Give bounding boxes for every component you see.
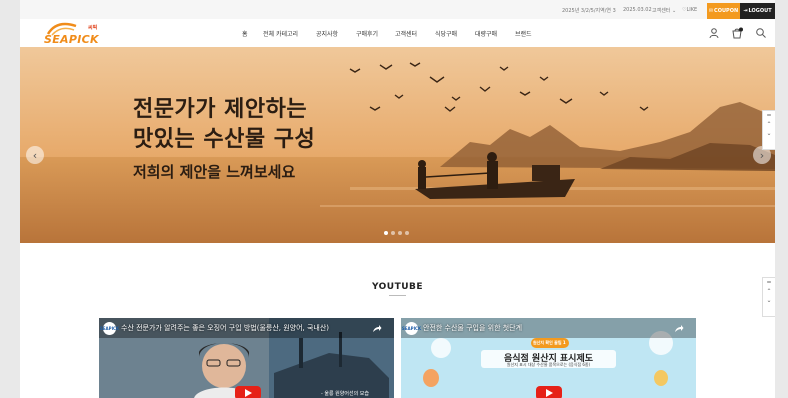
hero-headline-line1: 전문가가 제안하는 (133, 97, 308, 122)
nav-notice[interactable]: 공지사항 (316, 29, 338, 38)
hero-prev-button[interactable]: ‹ (26, 146, 44, 164)
hero-dot[interactable] (405, 231, 409, 235)
top-utility-bar: 2025년 3/2/5/지역/연 3 2025.03.02 고객센터 ⌄ ♡LI… (20, 0, 775, 19)
side-quick-tab[interactable]: = ⌃ ⌄ (762, 110, 775, 150)
youtube-video-1[interactable]: SEAPICK 수산 전문가가 알려주는 좋은 오징어 구입 방법(울릉산, 원… (99, 318, 394, 398)
title-underline (389, 295, 406, 296)
coupon-label: COUPON (714, 8, 739, 14)
coupon-icon: ✉ (708, 8, 714, 14)
chevron-down-icon: ⌄ (766, 297, 772, 304)
video-title-1[interactable]: 수산 전문가가 알려주는 좋은 오징어 구입 방법(울릉산, 원양어, 국내산) (121, 323, 329, 333)
chevron-up-icon: ⌃ (766, 121, 772, 128)
share-icon[interactable] (372, 324, 382, 334)
logout-button[interactable]: ⇥ LOGOUT (740, 3, 775, 19)
nav-home[interactable]: 홈 (242, 29, 248, 38)
channel-avatar[interactable]: SEAPICK (100, 322, 119, 335)
youtube-play-icon[interactable] (536, 386, 562, 398)
nav-brand[interactable]: 브랜드 (515, 29, 532, 38)
nav-customer-center[interactable]: 고객센터 (395, 29, 417, 38)
video-title-2[interactable]: 안전한 수산물 구입을 위한 첫단계 (423, 323, 522, 333)
video-caption-1: - 울릉 원양어선의 모습 (321, 391, 369, 397)
logo[interactable]: 씨픽 SEAPICK (44, 22, 104, 46)
menu-icon: = (766, 112, 772, 119)
cart-icon[interactable] (731, 27, 743, 39)
top-notice: 2025년 3/2/5/지역/연 3 (562, 8, 616, 14)
top-date: 2025.03.02 (623, 7, 652, 13)
youtube-video-2[interactable]: SEAPICK 안전한 수산물 구입을 위한 첫단계 원산지 확인 꿀팁 1 음… (401, 318, 696, 398)
nav-restaurant-purchase[interactable]: 식당구매 (435, 29, 457, 38)
video-banner-top: 원산지 확인 꿀팁 1 (533, 340, 566, 345)
coupon-button[interactable]: ✉ COUPON (707, 3, 740, 19)
customer-center-link[interactable]: 고객센터 ⌄ (652, 7, 676, 14)
nav-all-categories[interactable]: 전체 카테고리 (263, 29, 298, 38)
search-icon[interactable] (755, 27, 767, 39)
hero-dot[interactable] (398, 231, 402, 235)
hero-dot[interactable] (384, 231, 388, 235)
nav-bulk-purchase[interactable]: 대량구매 (475, 29, 497, 38)
page: 2025년 3/2/5/지역/연 3 2025.03.02 고객센터 ⌄ ♡LI… (20, 0, 775, 398)
logout-icon: ⇥ (743, 8, 748, 14)
youtube-section-title: YOUTUBE (371, 282, 424, 292)
hero-pagination (384, 231, 409, 235)
user-icon[interactable] (708, 27, 720, 39)
share-icon[interactable] (674, 324, 684, 334)
logo-text: SEAPICK (44, 33, 99, 46)
hero-headline-line2: 맛있는 수산물 구성 (133, 127, 316, 152)
like-label: LIKE (686, 7, 698, 13)
hero-text-block: 전문가가 제안하는 맛있는 수산물 구성 저희의 제안을 느껴보세요 (133, 95, 315, 182)
hero-dot[interactable] (391, 231, 395, 235)
logout-label: LOGOUT (748, 8, 772, 14)
chevron-right-icon: › (759, 148, 765, 162)
hero-subheadline: 저희의 제안을 느껴보세요 (133, 163, 296, 181)
logo-korean: 씨픽 (88, 25, 98, 31)
chevron-left-icon: ‹ (32, 148, 38, 162)
like-link[interactable]: ♡LIKE (682, 7, 697, 13)
channel-avatar[interactable]: SEAPICK (402, 322, 421, 335)
video-banner-sub: 원산지 표시 대상 수산물 품목으로는 (음식점 6종) (506, 362, 591, 367)
nav-reviews[interactable]: 구매후기 (356, 29, 378, 38)
hero-banner[interactable]: 전문가가 제안하는 맛있는 수산물 구성 저희의 제안을 느껴보세요 ‹ › (20, 47, 775, 243)
main-header: 씨픽 SEAPICK 홈 전체 카테고리 공지사항 구매후기 고객센터 식당구매… (20, 19, 775, 47)
chevron-down-icon: ⌄ (766, 130, 772, 137)
youtube-play-icon[interactable] (235, 386, 261, 398)
